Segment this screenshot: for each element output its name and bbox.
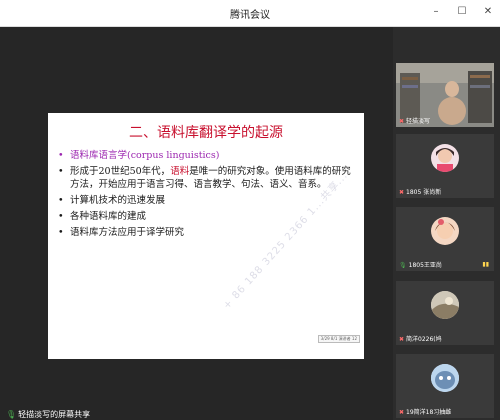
bullet-highlight: 语料 (170, 166, 190, 177)
participant-tile[interactable]: ✖ 1805 张尚新 (396, 134, 494, 198)
participant-name: ✖ 简洋0226(鸠 (399, 336, 442, 343)
presentation-slide: 二、语料库翻译学的起源 • 语料库语言学(corpus linguistics)… (48, 113, 364, 359)
screen-share-area[interactable]: 二、语料库翻译学的起源 • 语料库语言学(corpus linguistics)… (0, 27, 393, 420)
list-item: • 语料库方法应用于译学研究 (58, 226, 358, 239)
participant-tile[interactable]: ✖ 19简洋18习抽雌 (396, 354, 494, 418)
bullet-text: 计算机技术的迅速发展 (70, 195, 166, 206)
share-caption-text: 轻描淡写的屏幕共享 (18, 410, 91, 419)
share-caption: 🎙 轻描淡写的屏幕共享 (6, 409, 90, 420)
bullet-text: 语料库方法应用于译学研究 (70, 227, 185, 238)
bullet-dot-icon: • (58, 227, 64, 238)
bullet-dot-icon: • (58, 211, 64, 222)
microphone-icon: 🎙 (6, 410, 17, 419)
mic-muted-icon: ✖ (399, 118, 405, 125)
slide-title: 二、语料库翻译学的起源 (129, 125, 283, 141)
slide-tag: 3/29 8/1 演讲者 12 (317, 335, 360, 343)
minimize-icon[interactable]: – (430, 6, 442, 18)
maximize-icon[interactable]: ☐ (456, 6, 468, 18)
bullet-text: 语料库语言学(corpus linguistics) (70, 150, 220, 161)
participant-name: 🎙 1805王亚尚 (399, 262, 442, 269)
mic-muted-icon: ✖ (399, 336, 405, 343)
bullet-text: 形成于20世纪50年代， (70, 166, 171, 177)
mic-muted-icon: ✖ (399, 189, 405, 196)
title-bar: 腾讯会议 – ☐ ✕ (0, 0, 500, 27)
participant-name: ✖ 轻描淡写 (399, 118, 431, 125)
participant-tile[interactable]: ✖ 轻描淡写 (396, 63, 494, 127)
window-title: 腾讯会议 (230, 10, 270, 21)
avatar (431, 144, 459, 172)
mic-muted-icon: ✖ (399, 409, 405, 416)
mic-on-icon: 🎙 (399, 262, 407, 269)
bullet-dot-icon: • (58, 195, 64, 206)
participants-panel: ✖ 轻描淡写 ✖ 1805 张尚新 🎙 1805王亚尚 ▮▮ ✖ 简洋0226(鸠 ✖ 1… (393, 27, 500, 420)
participant-name: ✖ 1805 张尚新 (399, 189, 442, 196)
signal-icon: ▮▮ (482, 261, 489, 268)
participant-name: ✖ 19简洋18习抽雌 (399, 409, 452, 416)
avatar (431, 217, 459, 245)
participant-tile[interactable]: 🎙 1805王亚尚 ▮▮ (396, 207, 494, 271)
bullet-dot-icon: • (58, 166, 64, 177)
avatar (431, 364, 459, 392)
avatar (431, 291, 459, 319)
participant-tile[interactable]: ✖ 简洋0226(鸠 (396, 281, 494, 345)
bullet-dot-icon: • (58, 150, 64, 161)
list-item: • 语料库语言学(corpus linguistics) (58, 149, 358, 162)
bullet-text: 各种语料库的建成 (70, 211, 147, 222)
close-icon[interactable]: ✕ (482, 6, 494, 18)
list-item: • 形成于20世纪50年代，语料是唯一的研究对象。使用语料库的研究方法，开始应用… (58, 165, 358, 191)
